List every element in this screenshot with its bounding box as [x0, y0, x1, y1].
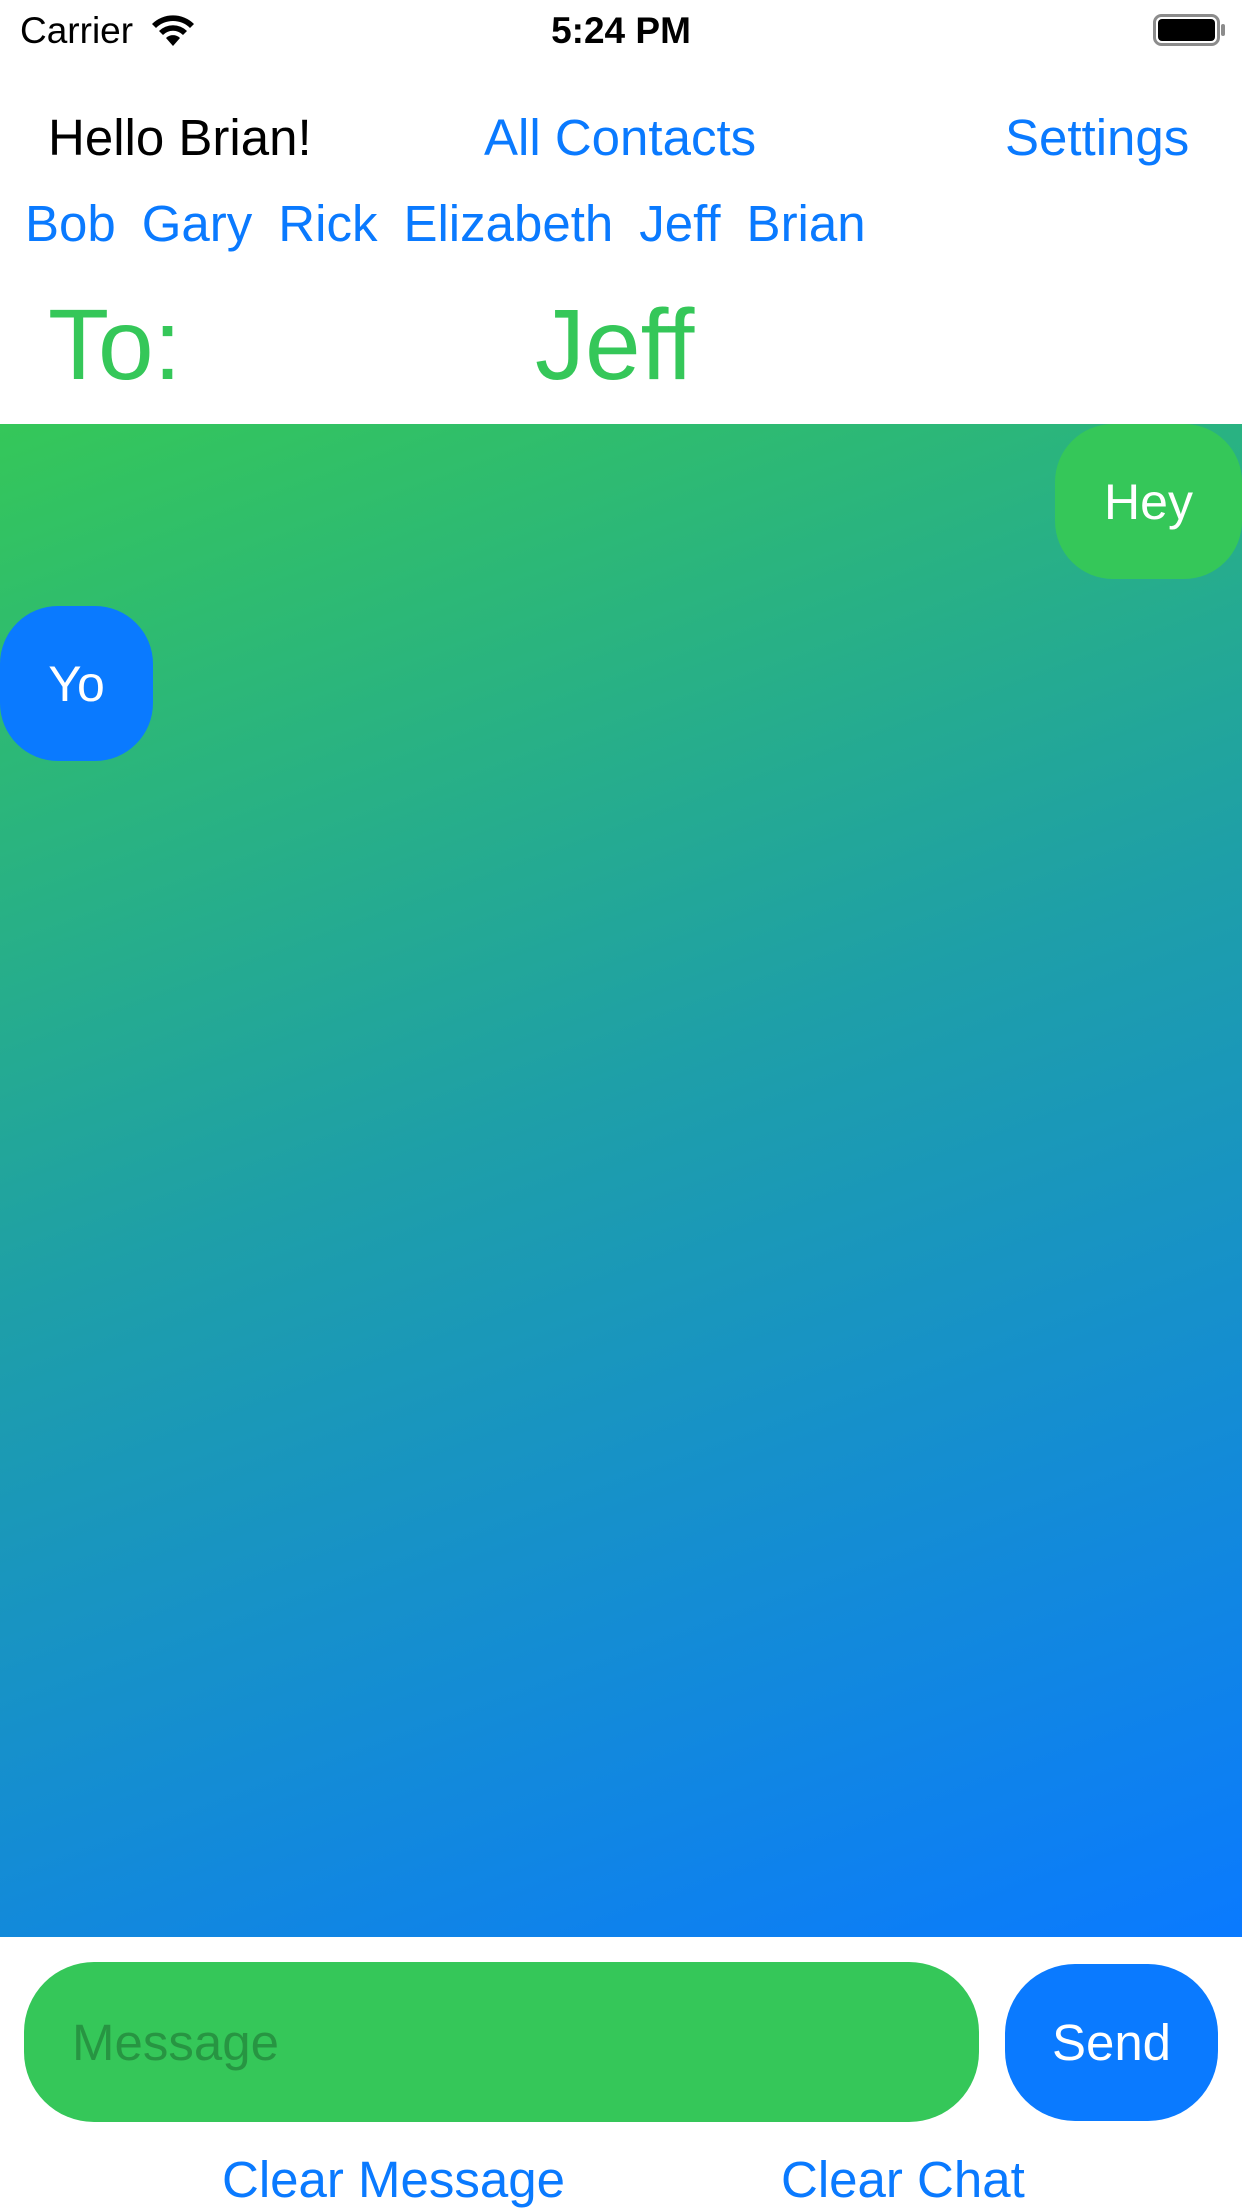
all-contacts-link[interactable]: All Contacts	[484, 108, 756, 167]
contact-rick[interactable]: Rick	[278, 194, 377, 253]
battery-icon	[1153, 14, 1225, 46]
message-bubble-sent: Hey	[1055, 424, 1242, 579]
recipient-name: Jeff	[535, 289, 695, 401]
contact-elizabeth[interactable]: Elizabeth	[403, 194, 613, 253]
settings-link[interactable]: Settings	[1005, 108, 1189, 167]
message-bubble-received: Yo	[0, 606, 153, 761]
to-label: To:	[48, 289, 182, 401]
contact-brian[interactable]: Brian	[747, 194, 866, 253]
status-bar: Carrier 5:24 PM	[0, 0, 1242, 62]
contact-bob[interactable]: Bob	[25, 194, 116, 253]
greeting-text: Hello Brian!	[48, 109, 312, 166]
clear-message-button[interactable]: Clear Message	[222, 2150, 565, 2209]
contact-jeff[interactable]: Jeff	[639, 194, 720, 253]
message-input[interactable]	[24, 1962, 979, 2122]
clear-chat-button[interactable]: Clear Chat	[781, 2150, 1025, 2209]
message-text: Yo	[48, 655, 105, 712]
message-text: Hey	[1104, 473, 1193, 530]
contacts-row: Bob Gary Rick Elizabeth Jeff Brian	[25, 194, 866, 253]
send-button[interactable]: Send	[1005, 1964, 1218, 2121]
contact-gary[interactable]: Gary	[142, 194, 253, 253]
status-time: 5:24 PM	[551, 10, 691, 51]
chat-area[interactable]: Hey Yo	[0, 424, 1242, 1937]
